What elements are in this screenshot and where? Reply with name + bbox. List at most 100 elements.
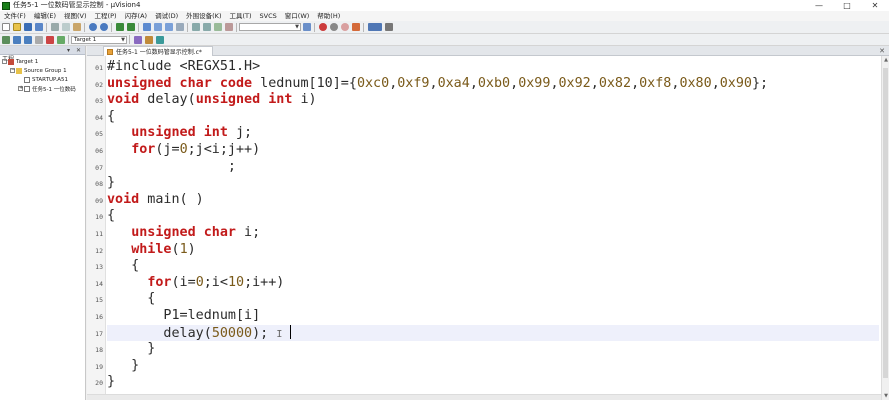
code-line[interactable]: void delay(unsigned int i)	[107, 92, 317, 109]
code-line[interactable]: {	[107, 109, 115, 126]
prev-bookmark-icon[interactable]	[153, 23, 162, 31]
comment-icon[interactable]	[213, 23, 222, 31]
code-token: #include <REGX51.H>	[107, 59, 261, 74]
menu-debug[interactable]: 调试(D)	[151, 11, 182, 21]
vertical-scrollbar[interactable]: ▲ ▼	[881, 56, 889, 400]
uncomment-icon[interactable]	[224, 23, 233, 31]
collapse-icon[interactable]: −	[2, 59, 7, 64]
save-icon[interactable]	[23, 23, 32, 31]
window-layout-icon[interactable]	[367, 23, 382, 31]
bookmark-icon[interactable]	[142, 23, 151, 31]
code-line[interactable]: }	[107, 341, 155, 358]
tree-item-target[interactable]: − Target 1	[2, 57, 38, 66]
close-window-button[interactable]: ✕	[861, 0, 889, 11]
paste-icon[interactable]	[72, 23, 81, 31]
find-combo[interactable]: ▼	[239, 23, 301, 31]
code-line[interactable]: {	[107, 291, 155, 308]
menu-view[interactable]: 视图(V)	[60, 11, 91, 21]
code-line[interactable]: }	[107, 175, 115, 192]
unindent-icon[interactable]	[202, 23, 211, 31]
code-line[interactable]: while(1)	[107, 242, 196, 259]
expand-icon[interactable]: +	[18, 86, 23, 91]
scroll-down-icon[interactable]: ▼	[882, 392, 889, 400]
build-icon[interactable]	[12, 35, 21, 44]
open-folder-icon[interactable]	[12, 23, 21, 31]
scroll-up-icon[interactable]: ▲	[882, 56, 889, 64]
minimize-button[interactable]: —	[805, 0, 833, 11]
save-all-icon[interactable]	[34, 23, 43, 31]
close-tab-button[interactable]: ✕	[879, 46, 885, 56]
code-token: }	[107, 357, 140, 373]
panel-pin-close-buttons[interactable]: ▾ ✕	[67, 46, 83, 55]
nav-back-icon[interactable]	[115, 23, 124, 31]
code-line[interactable]: }	[107, 374, 115, 391]
target-icon	[8, 58, 14, 65]
copy-icon[interactable]	[61, 23, 70, 31]
tab-source-file[interactable]: 任务5-1 一位数码管显示控制.c*	[103, 46, 213, 56]
keyword-token: void	[107, 92, 140, 108]
rebuild-icon[interactable]	[23, 35, 32, 44]
code-token: ;j<i;j++)	[187, 142, 261, 157]
menu-edit[interactable]: 编辑(E)	[30, 11, 60, 21]
new-file-icon[interactable]	[1, 23, 10, 31]
line-number: 06	[95, 147, 103, 155]
line-number: 18	[95, 346, 103, 355]
kill-breakpoints-icon[interactable]	[351, 23, 360, 31]
menu-peripherals[interactable]: 外围设备(K)	[182, 11, 225, 21]
translate-icon[interactable]	[1, 35, 10, 44]
horizontal-scrollbar[interactable]	[87, 394, 881, 400]
scroll-thumb[interactable]	[883, 68, 888, 378]
code-line[interactable]: for(i=0;i<10;i++)	[107, 275, 284, 292]
indent-icon[interactable]	[191, 23, 200, 31]
code-line[interactable]: ;	[107, 159, 236, 176]
code-token: {	[107, 208, 116, 224]
target-options-icon[interactable]	[133, 35, 142, 44]
code-line[interactable]: P1=lednum[i]	[107, 308, 260, 325]
menu-svcs[interactable]: SVCS	[256, 11, 281, 21]
maximize-button[interactable]: □	[833, 0, 861, 11]
code-line[interactable]: for(j=0;j<i;j++)	[107, 142, 260, 159]
undo-icon[interactable]	[88, 23, 97, 31]
menu-window[interactable]: 窗口(W)	[281, 11, 314, 21]
download-icon[interactable]	[56, 35, 65, 44]
breakpoint-icon[interactable]	[329, 23, 338, 31]
manage-components-icon[interactable]	[144, 35, 153, 44]
menu-help[interactable]: 帮助(H)	[313, 11, 344, 21]
file-extensions-icon[interactable]	[155, 35, 164, 44]
nav-forward-icon[interactable]	[126, 23, 135, 31]
menu-tools[interactable]: 工具(T)	[225, 11, 255, 21]
code-editor[interactable]: 01 02 03 04 05 06 07 08 09 10 11 12 13 14 15 16 17 18 19 20…	[87, 56, 881, 400]
code-token: (i=	[171, 274, 196, 290]
code-line[interactable]: {	[107, 258, 139, 275]
tree-item-source-group[interactable]: − Source Group 1	[10, 66, 67, 75]
start-debug-icon[interactable]	[318, 23, 327, 31]
code-token: {	[107, 291, 156, 307]
code-line[interactable]: }	[107, 358, 139, 375]
disable-breakpoint-icon[interactable]	[340, 23, 349, 31]
stop-build-icon[interactable]	[45, 35, 54, 44]
code-line[interactable]: void main( )	[107, 192, 204, 209]
code-line[interactable]: unsigned int j;	[107, 125, 252, 142]
find-icon[interactable]	[302, 23, 311, 31]
menu-flash[interactable]: 闪存(A)	[121, 11, 152, 21]
clear-bookmarks-icon[interactable]	[175, 23, 184, 31]
redo-icon[interactable]	[99, 23, 108, 31]
tree-item-main-file[interactable]: + 任务5-1 一位数码	[18, 84, 76, 93]
code-token: );	[252, 325, 277, 341]
tree-item-startup-file[interactable]: STARTUP.A51	[24, 75, 68, 84]
code-line[interactable]: unsigned char code lednum[10]={0xc0,0xf9…	[107, 76, 768, 93]
code-line[interactable]: delay(50000); I	[107, 324, 879, 342]
menu-project[interactable]: 工程(P)	[91, 11, 121, 21]
target-select[interactable]: Target 1 ▼	[71, 35, 127, 44]
menu-file[interactable]: 文件(F)	[0, 11, 30, 21]
code-line[interactable]: unsigned char i;	[107, 225, 260, 242]
cut-icon[interactable]	[50, 23, 59, 31]
code-line[interactable]: #include <REGX51.H>	[107, 59, 260, 76]
collapse-icon[interactable]: −	[10, 68, 15, 73]
next-bookmark-icon[interactable]	[164, 23, 173, 31]
batch-build-icon[interactable]	[34, 35, 43, 44]
line-number: 02	[95, 80, 103, 89]
code-line[interactable]: {	[107, 208, 115, 225]
configure-icon[interactable]	[384, 23, 393, 31]
